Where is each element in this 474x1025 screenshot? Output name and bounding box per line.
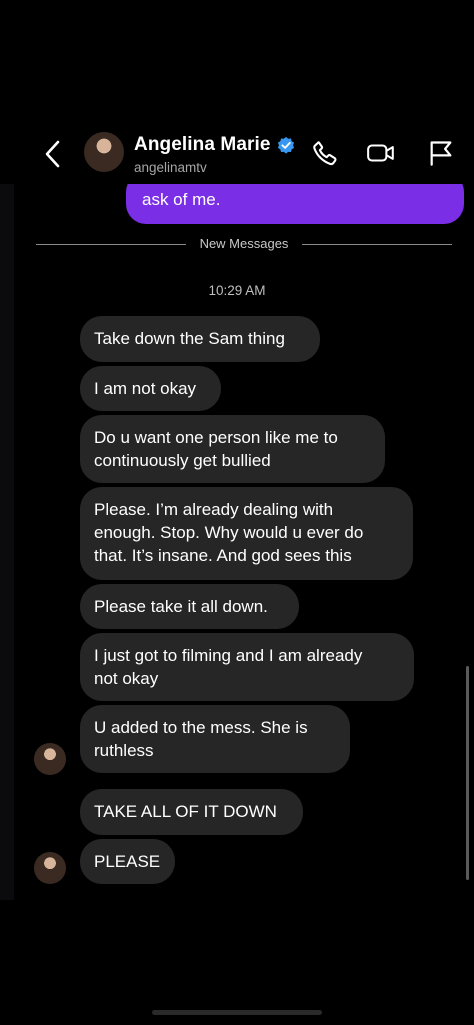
report-button[interactable] bbox=[426, 138, 456, 168]
voice-call-button[interactable] bbox=[310, 138, 340, 168]
incoming-message-bubble[interactable]: TAKE ALL OF IT DOWN bbox=[80, 789, 303, 835]
chevron-left-icon bbox=[45, 140, 60, 168]
chat-screen: ask of me. Angelina Marie angelinamtv Ne… bbox=[0, 0, 474, 1025]
sender-avatar[interactable] bbox=[34, 852, 66, 884]
divider-line-right bbox=[302, 244, 452, 245]
back-button[interactable] bbox=[38, 138, 66, 170]
edge-strip bbox=[0, 122, 14, 900]
phone-icon bbox=[313, 141, 337, 166]
divider-line-left bbox=[36, 244, 186, 245]
scrollbar[interactable] bbox=[466, 666, 469, 880]
video-call-button[interactable] bbox=[366, 138, 396, 168]
home-indicator[interactable] bbox=[152, 1010, 322, 1015]
incoming-message-bubble[interactable]: Take down the Sam thing bbox=[80, 316, 320, 362]
contact-name-row[interactable]: Angelina Marie bbox=[134, 134, 295, 156]
new-messages-divider: New Messages bbox=[199, 236, 289, 251]
chat-header: Angelina Marie angelinamtv bbox=[0, 122, 474, 184]
incoming-message-bubble[interactable]: PLEASE bbox=[80, 839, 175, 884]
contact-username[interactable]: angelinamtv bbox=[134, 160, 207, 175]
incoming-message-bubble[interactable]: I just got to filming and I am already n… bbox=[80, 633, 414, 701]
incoming-message-bubble[interactable]: Please take it all down. bbox=[80, 584, 299, 629]
verified-badge-icon bbox=[277, 136, 294, 154]
outgoing-message-text: ask of me. bbox=[142, 190, 221, 209]
avatar[interactable] bbox=[84, 132, 124, 172]
message-timestamp: 10:29 AM bbox=[208, 283, 266, 298]
incoming-message-bubble[interactable]: I am not okay bbox=[80, 366, 221, 411]
sender-avatar[interactable] bbox=[34, 743, 66, 775]
flag-icon bbox=[430, 141, 452, 166]
incoming-message-bubble[interactable]: Please. I’m already dealing with enough.… bbox=[80, 487, 413, 580]
bottom-area bbox=[0, 900, 474, 1025]
incoming-message-bubble[interactable]: U added to the mess. She is ruthless bbox=[80, 705, 350, 773]
video-camera-icon bbox=[367, 144, 394, 162]
incoming-message-bubble[interactable]: Do u want one person like me to continuo… bbox=[80, 415, 385, 483]
contact-name: Angelina Marie bbox=[134, 134, 271, 155]
